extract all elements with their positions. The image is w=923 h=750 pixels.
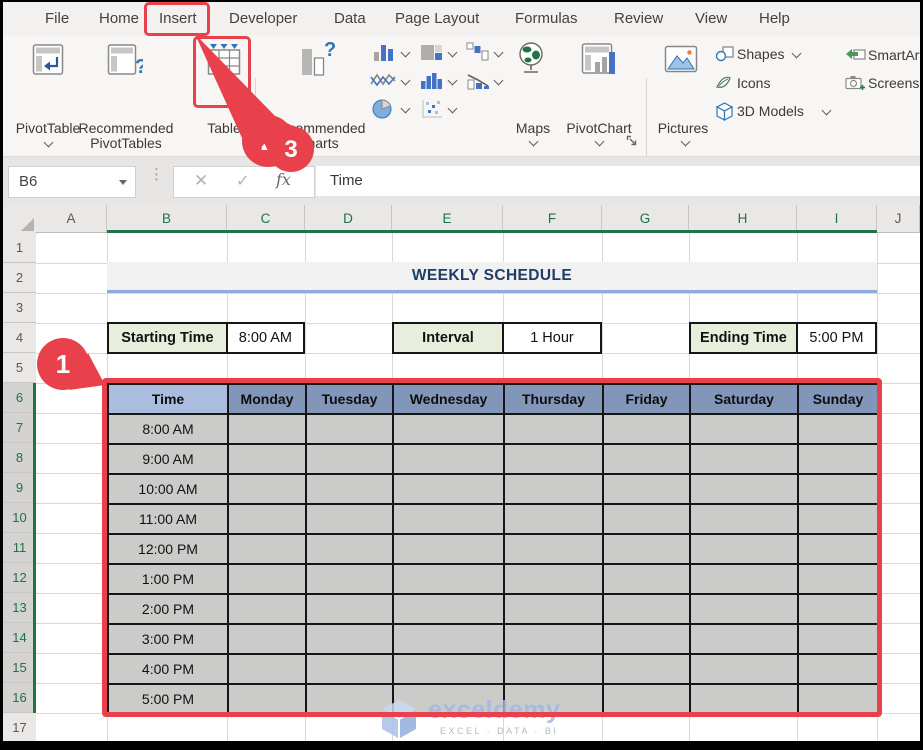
row-header-12[interactable]: 12: [3, 563, 36, 593]
row-header-7[interactable]: 7: [3, 413, 36, 443]
step-1-badge: 1: [37, 338, 105, 390]
row-header-11[interactable]: 11: [3, 533, 36, 563]
row-header-8[interactable]: 8: [3, 443, 36, 473]
starting-time-value[interactable]: 8:00 AM: [227, 324, 303, 352]
interval-value[interactable]: 1 Hour: [503, 324, 600, 352]
interval-box[interactable]: Interval 1 Hour: [392, 322, 602, 354]
worksheet-title-cell[interactable]: WEEKLY SCHEDULE: [107, 262, 877, 293]
frame-top: [0, 0, 923, 2]
row-header-2[interactable]: 2: [3, 263, 36, 293]
row-header-14[interactable]: 14: [3, 623, 36, 653]
frame-bottom: [0, 741, 923, 750]
ending-time-label: Ending Time: [691, 324, 798, 352]
row-header-9[interactable]: 9: [3, 473, 36, 503]
selected-range-highlight-box: [102, 378, 882, 717]
frame-left: [0, 0, 3, 750]
interval-label: Interval: [394, 324, 504, 352]
selected-columns-indicator: [107, 230, 877, 233]
row-header-1[interactable]: 1: [3, 233, 36, 263]
selected-rows-indicator: [33, 383, 36, 713]
starting-time-label: Starting Time: [109, 324, 228, 352]
row-header-6[interactable]: 6: [3, 383, 36, 413]
ending-time-box[interactable]: Ending Time 5:00 PM: [689, 322, 877, 354]
row-header-16[interactable]: 16: [3, 683, 36, 713]
ending-time-value[interactable]: 5:00 PM: [797, 324, 875, 352]
row-header-13[interactable]: 13: [3, 593, 36, 623]
row-header-4[interactable]: 4: [3, 323, 36, 353]
row-header-17[interactable]: 17: [3, 713, 36, 743]
svg-text:1: 1: [56, 349, 70, 379]
row-header-10[interactable]: 10: [3, 503, 36, 533]
svg-text:3: 3: [284, 136, 297, 163]
row-header-5[interactable]: 5: [3, 353, 36, 383]
starting-time-box[interactable]: Starting Time 8:00 AM: [107, 322, 305, 354]
watermark-tagline: EXCEL · DATA · BI: [440, 726, 559, 736]
row-header-3[interactable]: 3: [3, 293, 36, 323]
row-header-15[interactable]: 15: [3, 653, 36, 683]
excel-window: File Home Insert Developer Data Page Lay…: [0, 0, 923, 750]
step-3-badge: 3: [245, 103, 314, 172]
